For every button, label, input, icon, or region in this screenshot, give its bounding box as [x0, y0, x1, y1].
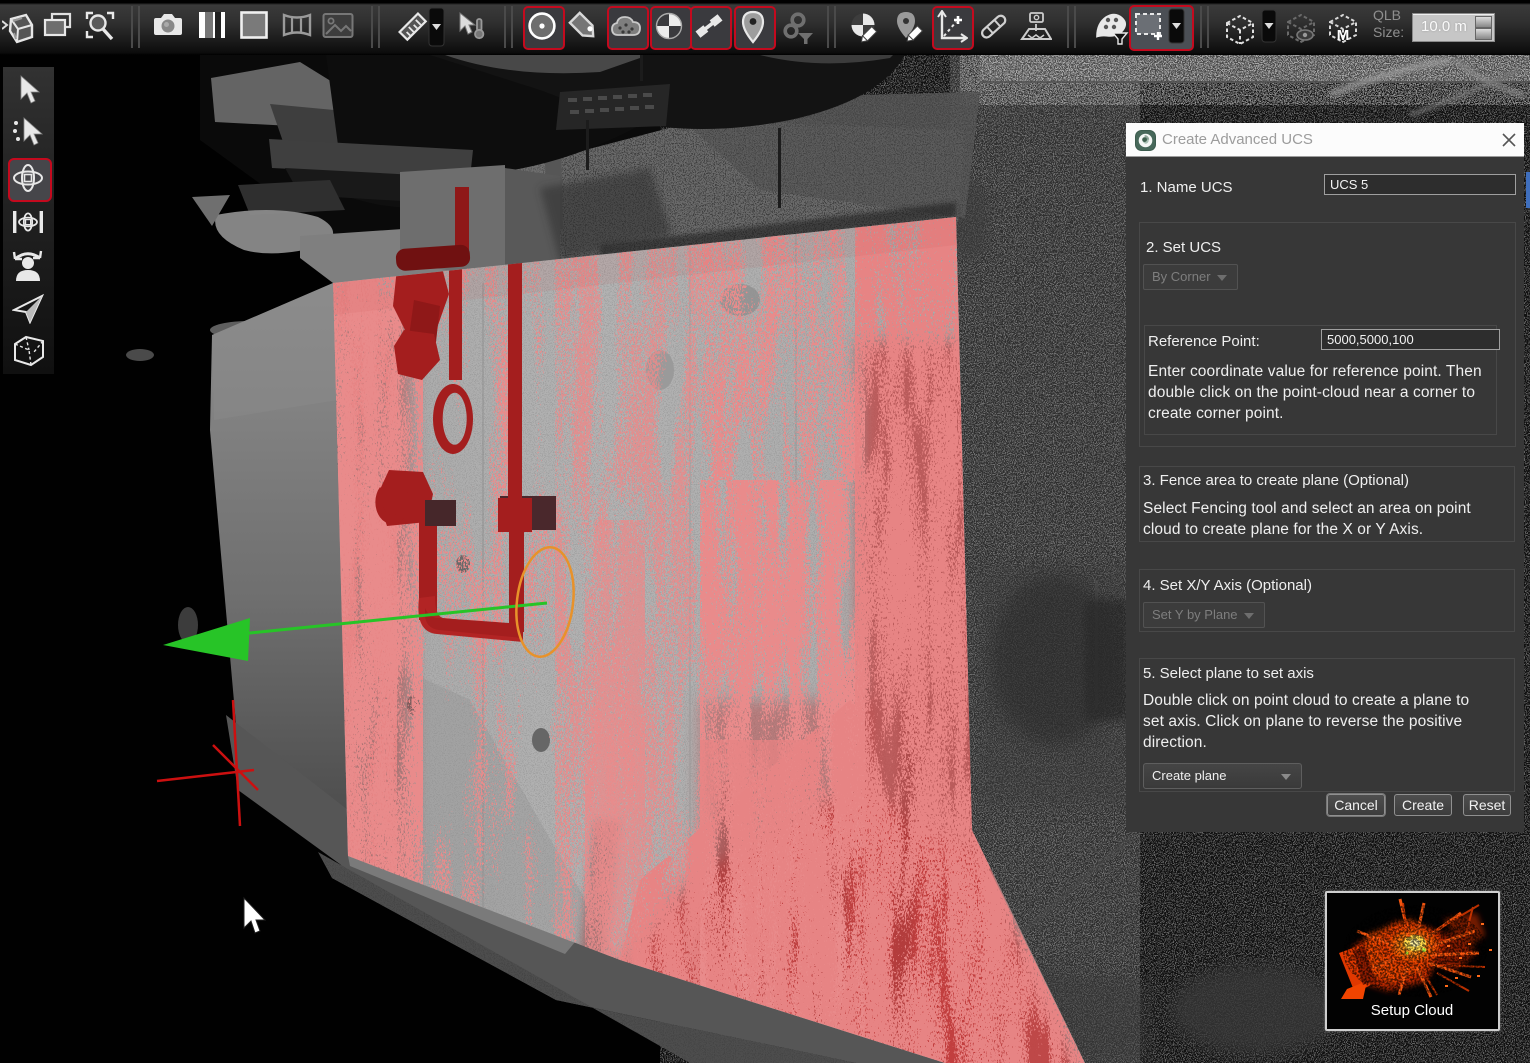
svg-text:M: M [1337, 27, 1350, 44]
svg-text:Setup Cloud: Setup Cloud [1371, 1002, 1454, 1019]
